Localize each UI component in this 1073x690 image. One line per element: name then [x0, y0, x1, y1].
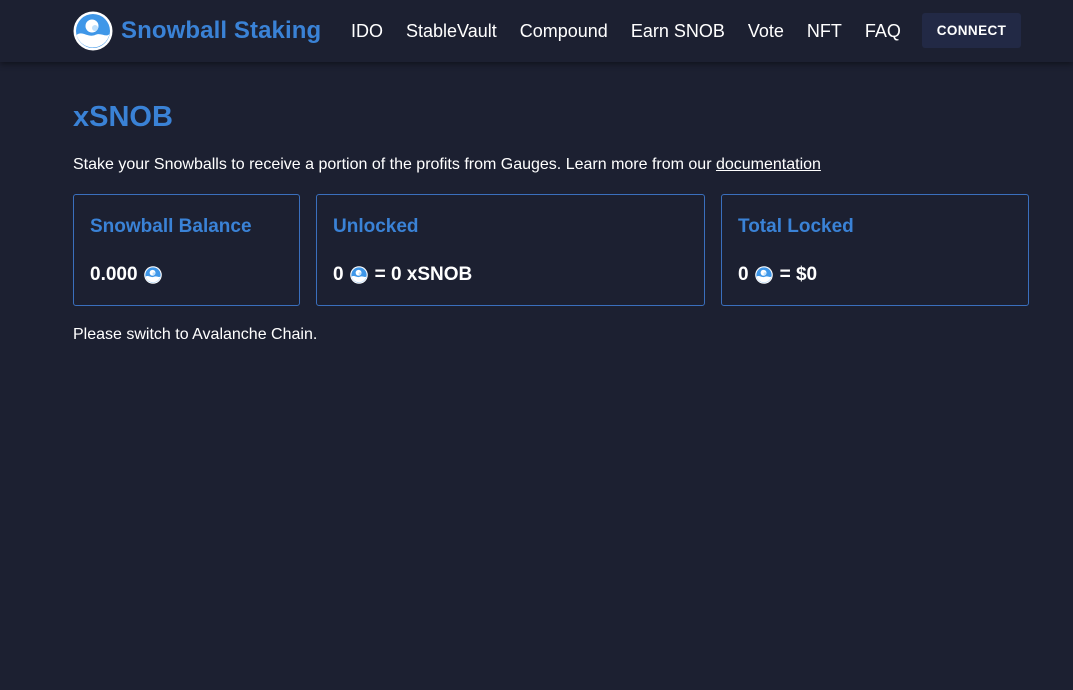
connect-wallet-button[interactable]: CONNECT: [922, 13, 1021, 48]
unlocked-value: 0 = 0 xSNOB: [333, 264, 472, 286]
top-navbar: Snowball Staking IDO StableVault Compoun…: [0, 0, 1073, 62]
snowball-coin-icon: [755, 266, 773, 284]
brand-name: Snowball Staking: [121, 17, 322, 44]
nav-link-earn-snob[interactable]: Earn SNOB: [631, 21, 725, 42]
unlocked-xsnob-value: = 0 xSNOB: [374, 264, 473, 285]
page-title: xSNOB: [73, 101, 173, 133]
locked-amount: 0: [738, 264, 749, 285]
locked-usd-value: = $0: [779, 264, 818, 285]
nav-link-stablevault[interactable]: StableVault: [406, 21, 497, 42]
snowball-logo-icon: [73, 11, 113, 51]
balance-value: 0.000: [90, 264, 169, 286]
intro-description: Stake your Snowballs to receive a portio…: [73, 156, 716, 173]
unlocked-card: Unlocked 0 = 0 xSNOB: [316, 194, 705, 306]
intro-text: Stake your Snowballs to receive a portio…: [73, 156, 821, 174]
main-nav: IDO StableVault Compound Earn SNOB Vote …: [351, 19, 924, 43]
nav-link-nft[interactable]: NFT: [807, 21, 842, 42]
snowball-balance-card: Snowball Balance 0.000: [73, 194, 300, 306]
card-title: Snowball Balance: [90, 216, 252, 237]
nav-link-compound[interactable]: Compound: [520, 21, 608, 42]
brand-link[interactable]: Snowball Staking: [73, 11, 321, 51]
unlocked-amount: 0: [333, 264, 344, 285]
snowball-coin-icon: [144, 266, 162, 284]
balance-amount: 0.000: [90, 264, 138, 285]
documentation-link[interactable]: documentation: [716, 156, 821, 173]
network-status-message: Please switch to Avalanche Chain.: [73, 326, 318, 343]
card-title: Total Locked: [738, 216, 854, 237]
nav-link-ido[interactable]: IDO: [351, 21, 383, 42]
card-title: Unlocked: [333, 216, 419, 237]
snowball-coin-icon: [350, 266, 368, 284]
total-locked-card: Total Locked 0 = $0: [721, 194, 1029, 306]
nav-link-vote[interactable]: Vote: [748, 21, 784, 42]
locked-value: 0 = $0: [738, 264, 817, 286]
nav-link-faq[interactable]: FAQ: [865, 21, 901, 42]
